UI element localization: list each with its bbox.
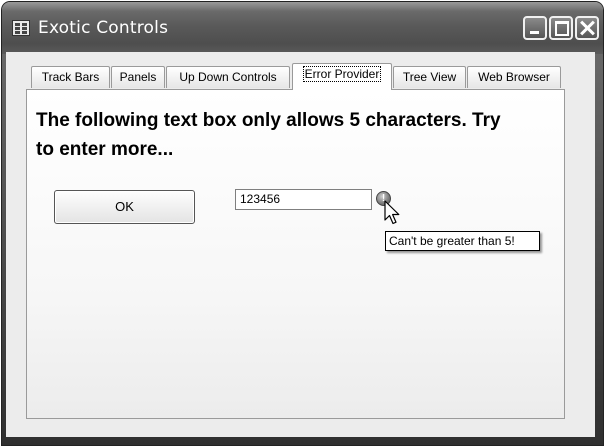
ok-button[interactable]: OK [54, 190, 195, 224]
tab-web-browser[interactable]: Web Browser [467, 66, 561, 88]
limited-text-input[interactable]: 123456 [235, 189, 372, 210]
tab-tree-view[interactable]: Tree View [393, 66, 466, 88]
tab-label: Track Bars [41, 70, 100, 84]
minimize-button[interactable] [523, 16, 547, 40]
tab-label: Tree View [402, 70, 457, 84]
close-button[interactable] [575, 16, 599, 40]
maximize-button[interactable] [549, 16, 573, 40]
app-icon[interactable] [12, 20, 30, 36]
tab-error-provider[interactable]: Error Provider [292, 63, 392, 90]
tab-panels[interactable]: Panels [111, 66, 165, 88]
error-tooltip: Can't be greater than 5! [385, 231, 540, 251]
mouse-pointer-icon [384, 200, 400, 225]
tab-up-down-controls[interactable]: Up Down Controls [166, 66, 290, 88]
window-title: Exotic Controls [38, 18, 169, 38]
tab-label: Web Browser [478, 70, 550, 84]
title-bar[interactable]: Exotic Controls [2, 2, 603, 54]
tab-label: Error Provider [302, 66, 382, 82]
tab-track-bars[interactable]: Track Bars [31, 66, 110, 88]
instruction-heading: The following text box only allows 5 cha… [36, 110, 501, 160]
tab-label: Up Down Controls [179, 70, 277, 84]
tab-label: Panels [119, 70, 157, 84]
